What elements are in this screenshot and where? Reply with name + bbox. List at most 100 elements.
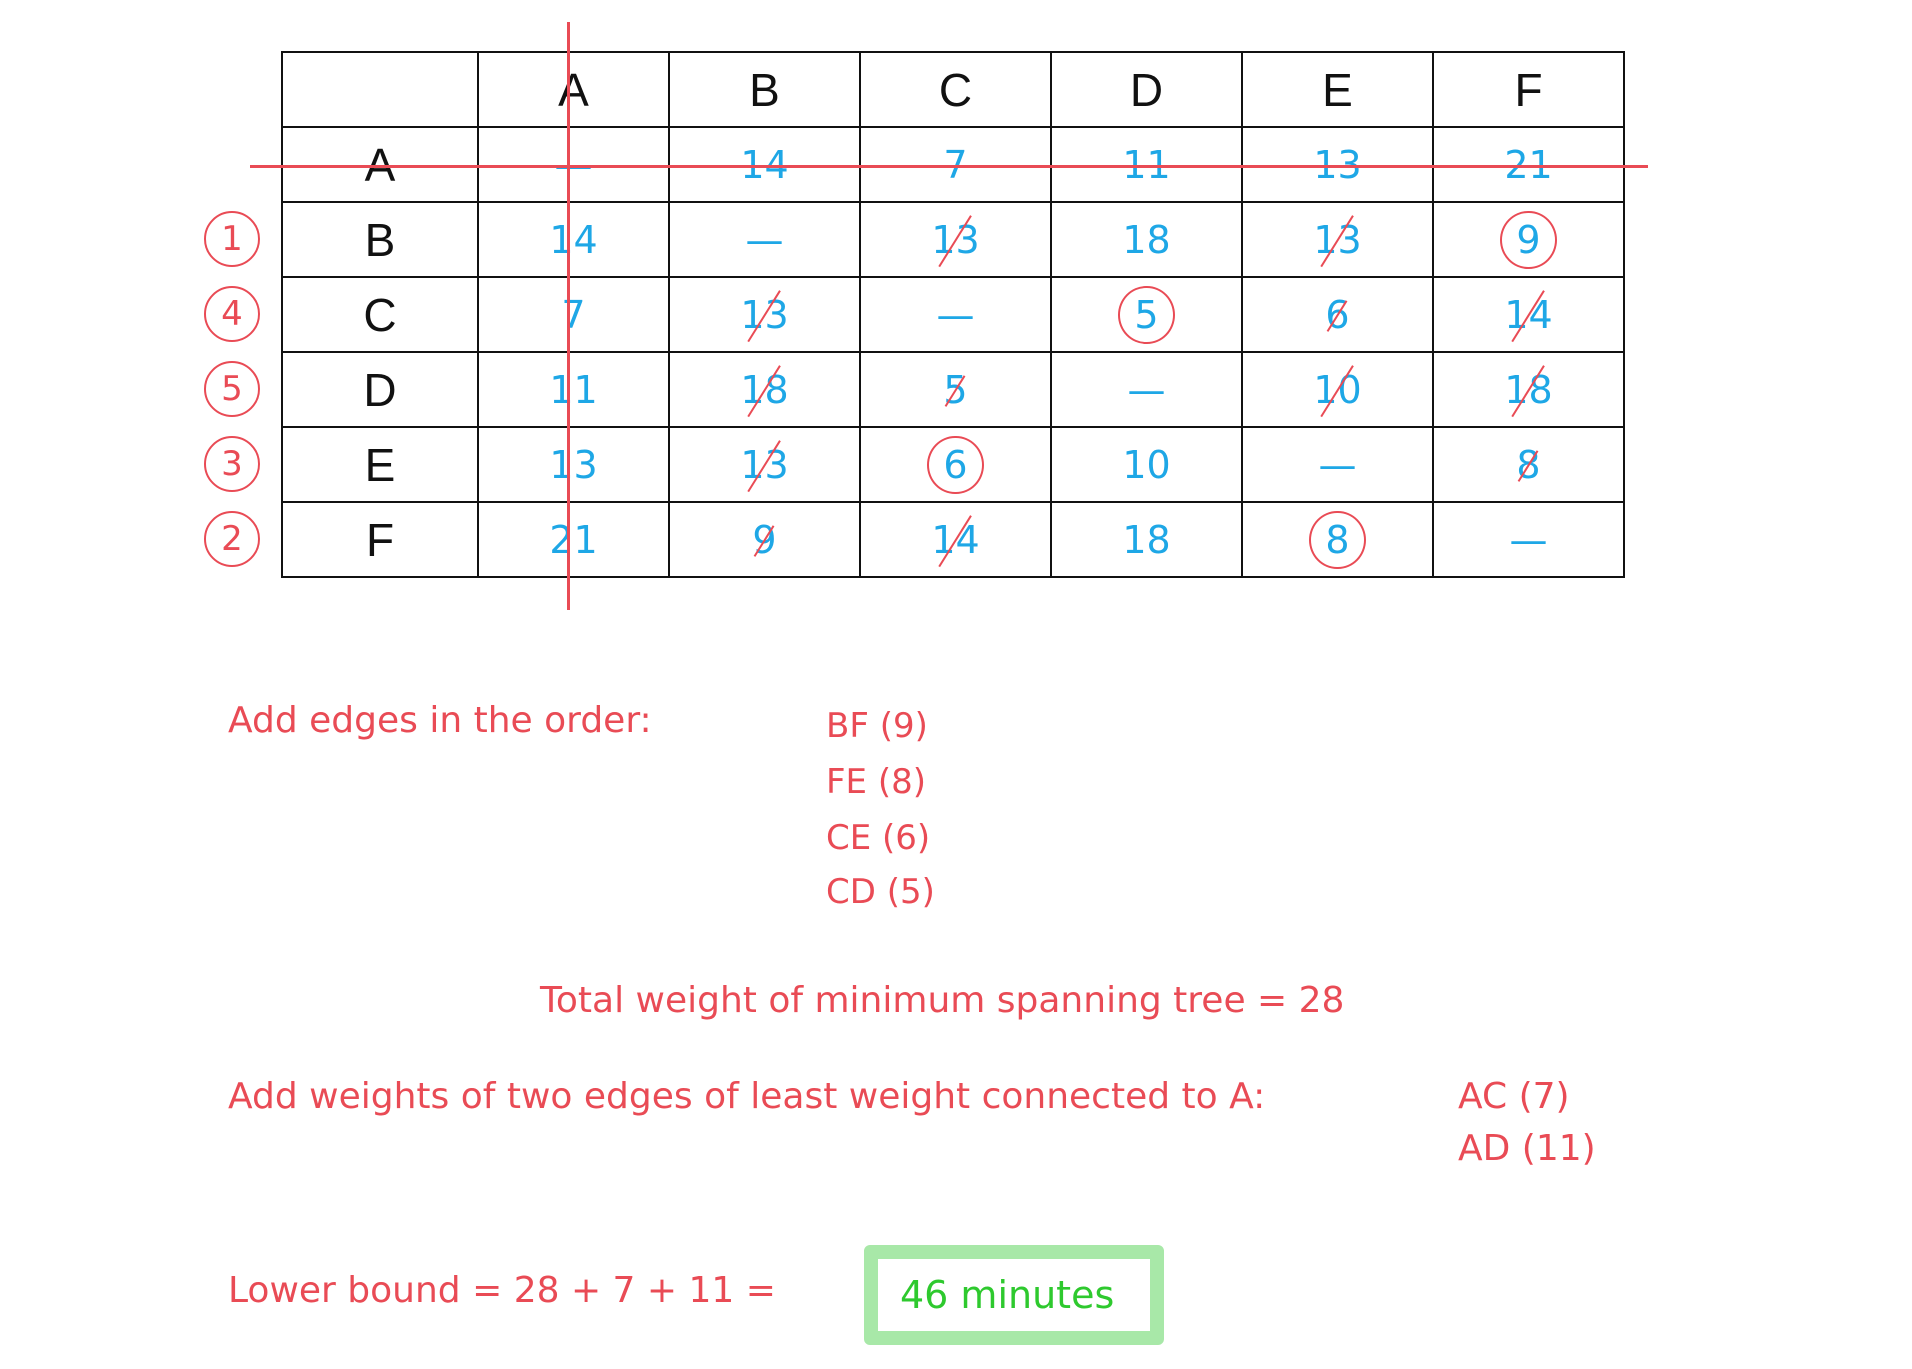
selection-order-badge: 4 (204, 286, 260, 342)
matrix-cell: 13 (668, 426, 861, 503)
final-answer: 46 minutes (900, 1273, 1115, 1317)
crossed-weight: 18 (1494, 365, 1562, 415)
matrix-cell: 9 (668, 501, 861, 578)
edge-3: CE (6) (826, 818, 931, 858)
crossed-weight: 14 (921, 515, 989, 565)
matrix-cell: 11 (477, 351, 670, 428)
weight-value: — (936, 292, 975, 337)
column-header-label: D (1129, 63, 1164, 116)
column-header-c: C (859, 51, 1052, 128)
matrix-cell: 5 (859, 351, 1052, 428)
matrix-cell: 10 (1241, 351, 1434, 428)
lower-bound-equation: Lower bound = 28 + 7 + 11 = (228, 1270, 776, 1311)
weight-value: — (745, 217, 784, 262)
selected-weight: 6 (927, 435, 984, 494)
column-header-b: B (668, 51, 861, 128)
weight-value: — (1318, 442, 1357, 487)
crossed-weight: 5 (933, 365, 977, 415)
matrix-cell: — (1432, 501, 1625, 578)
add-weights-text: Add weights of two edges of least weight… (228, 1076, 1266, 1117)
column-header-label: E (1322, 63, 1353, 116)
column-header-e: E (1241, 51, 1434, 128)
weight-value: 13 (549, 442, 598, 487)
crossed-weight: 9 (742, 515, 786, 565)
crossed-weight: 13 (730, 290, 798, 340)
least-edge-1: AC (7) (1458, 1076, 1570, 1117)
column-header-label: C (938, 63, 973, 116)
row-header: C (281, 276, 479, 353)
delete-column-line (567, 22, 570, 610)
weight-value: 18 (1122, 517, 1171, 562)
column-header-label: F (1514, 63, 1543, 116)
column-header-label: A (558, 63, 589, 116)
crossed-weight: 10 (1303, 365, 1371, 415)
selected-weight: 5 (1118, 285, 1175, 344)
matrix-cell: — (668, 201, 861, 278)
delete-row-line (250, 165, 1648, 168)
matrix-cell: 10 (1050, 426, 1243, 503)
matrix-cell: 13 (1241, 201, 1434, 278)
selection-order-badge: 3 (204, 436, 260, 492)
table-row-d: D 11 18 5 — 10 18 (281, 351, 1625, 428)
matrix-cell: — (1241, 426, 1434, 503)
weight-value: — (1127, 367, 1166, 412)
table-row-c: C 7 13 — 5 6 14 (281, 276, 1625, 353)
row-header-label: F (365, 513, 395, 566)
selected-weight: 9 (1500, 210, 1557, 269)
row-header: B (281, 201, 479, 278)
edge-4: CD (5) (826, 872, 935, 912)
matrix-cell: 6 (1241, 276, 1434, 353)
matrix-cell: 7 (477, 276, 670, 353)
edge-2: FE (8) (826, 762, 927, 802)
column-header-d: D (1050, 51, 1243, 128)
matrix-cell: — (859, 276, 1052, 353)
crossed-weight: 13 (1303, 215, 1371, 265)
matrix-cell: 8 (1241, 501, 1434, 578)
column-header-label: B (749, 63, 780, 116)
matrix-cell: 13 (668, 276, 861, 353)
order-intro: Add edges in the order: (228, 700, 652, 741)
corner-cell (281, 51, 479, 128)
column-header-f: F (1432, 51, 1625, 128)
column-header-a: A (477, 51, 670, 128)
weight-value: — (1509, 517, 1548, 562)
row-header-label: C (363, 288, 397, 341)
weight-value: 14 (549, 217, 598, 262)
edge-1: BF (9) (826, 706, 928, 746)
matrix-cell: 14 (477, 201, 670, 278)
header-row: A B C D E F (281, 51, 1625, 128)
row-header: D (281, 351, 479, 428)
row-header-label: D (363, 363, 397, 416)
weight-value: 7 (561, 292, 586, 337)
matrix-cell: 18 (668, 351, 861, 428)
row-header: E (281, 426, 479, 503)
selection-order-badge: 1 (204, 211, 260, 267)
least-edge-2: AD (11) (1458, 1128, 1596, 1169)
mst-total: Total weight of minimum spanning tree = … (540, 980, 1345, 1021)
matrix-cell: 13 (477, 426, 670, 503)
matrix-cell: 14 (1432, 276, 1625, 353)
matrix-cell: — (1050, 351, 1243, 428)
matrix-cell: 5 (1050, 276, 1243, 353)
matrix-cell: 18 (1050, 501, 1243, 578)
matrix-cell: 21 (477, 501, 670, 578)
table-row-b: B 14 — 13 18 13 9 (281, 201, 1625, 278)
weight-value: 10 (1122, 442, 1171, 487)
row-header: F (281, 501, 479, 578)
crossed-weight: 6 (1315, 290, 1359, 340)
selected-weight: 8 (1309, 510, 1366, 569)
table-row-e: E 13 13 6 10 — 8 (281, 426, 1625, 503)
matrix-cell: 9 (1432, 201, 1625, 278)
matrix-cell: 14 (859, 501, 1052, 578)
crossed-weight: 13 (730, 440, 798, 490)
crossed-weight: 8 (1506, 440, 1550, 490)
weight-value: 11 (549, 367, 598, 412)
table-row-f: F 21 9 14 18 8 — (281, 501, 1625, 578)
crossed-weight: 18 (730, 365, 798, 415)
weight-value: 18 (1122, 217, 1171, 262)
matrix-cell: 13 (859, 201, 1052, 278)
crossed-weight: 14 (1494, 290, 1562, 340)
matrix-cell: 6 (859, 426, 1052, 503)
row-header-label: E (364, 438, 396, 491)
matrix-cell: 18 (1432, 351, 1625, 428)
